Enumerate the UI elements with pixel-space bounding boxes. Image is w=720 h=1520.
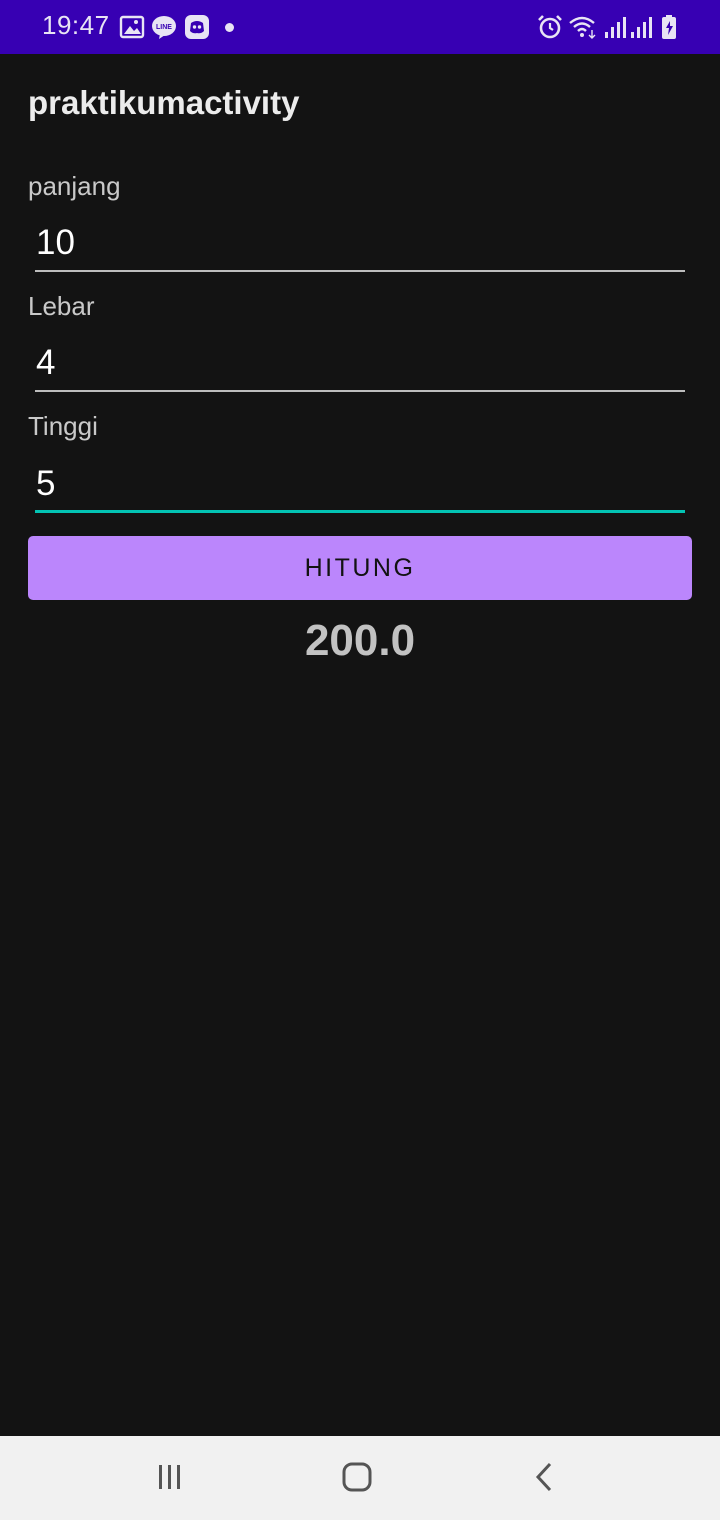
status-time: 19:47: [42, 10, 110, 40]
alarm-icon: [537, 14, 563, 40]
hitung-button[interactable]: HITUNG: [28, 536, 692, 600]
svg-text:LINE: LINE: [156, 24, 172, 31]
recent-apps-icon: [155, 1463, 185, 1496]
gallery-icon: [119, 14, 145, 40]
recent-apps-button[interactable]: [140, 1454, 200, 1504]
back-button[interactable]: [514, 1454, 574, 1504]
navigation-bar: [0, 1436, 720, 1520]
home-button[interactable]: [327, 1454, 387, 1504]
tinggi-label: Tinggi: [28, 411, 98, 441]
app-title: praktikumactivity: [28, 84, 300, 121]
status-bar: 19:47 LINE: [0, 0, 720, 54]
lebar-input[interactable]: [35, 336, 685, 392]
back-icon: [532, 1461, 556, 1498]
home-icon: [341, 1461, 373, 1498]
notification-dot-icon: [225, 23, 234, 32]
discord-icon: [184, 14, 210, 40]
signal-icon-2: [629, 14, 655, 40]
tinggi-input[interactable]: [35, 457, 685, 513]
result-text: 200.0: [304, 616, 416, 665]
panjang-label: panjang: [28, 171, 121, 201]
line-icon: LINE: [151, 14, 177, 40]
battery-charging-icon: [660, 14, 680, 40]
panjang-input[interactable]: [35, 216, 685, 272]
signal-icon: [603, 14, 629, 40]
wifi-icon: [568, 14, 598, 40]
lebar-label: Lebar: [28, 291, 95, 321]
screen: 19:47 LINE praktikumactivity panjang 10 …: [0, 0, 720, 1520]
